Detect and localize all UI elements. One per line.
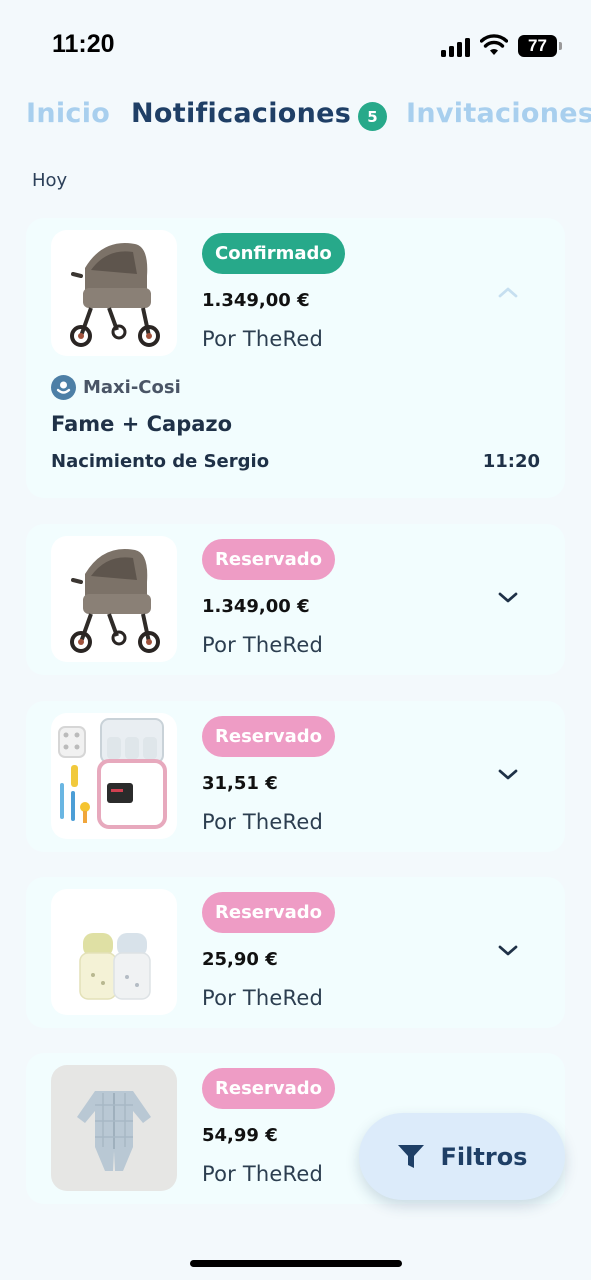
status-badge: Reservado (202, 716, 335, 757)
price: 1.349,00 € (202, 290, 310, 311)
product-image-baby-bottles (51, 889, 177, 1015)
price: 1.349,00 € (202, 596, 310, 617)
brand: Maxi-Cosi (51, 375, 181, 400)
status-badge: Reservado (202, 539, 335, 580)
tab-inicio[interactable]: Inicio (26, 98, 110, 129)
price: 54,99 € (202, 1125, 278, 1146)
tab-bar: Inicio Notificaciones 5 Invitaciones (0, 92, 591, 142)
notification-count-badge: 5 (358, 102, 387, 131)
event-time: 11:20 (482, 451, 540, 472)
status-bar: 11:20 77 (0, 0, 591, 90)
battery-nub (559, 42, 562, 50)
cellular-signal-icon (441, 37, 471, 57)
chevron-down-icon[interactable] (496, 590, 520, 606)
seller-name: Por TheRed (202, 1162, 324, 1186)
status-badge: Reservado (202, 892, 335, 933)
price: 25,90 € (202, 949, 278, 970)
product-image-stroller (51, 230, 177, 356)
chevron-up-icon[interactable] (496, 284, 520, 300)
event-name: Nacimiento de Sergio (51, 451, 270, 472)
product-title: Fame + Capazo (51, 412, 233, 436)
seller-name: Por TheRed (202, 327, 324, 351)
notification-card[interactable]: Reservado 31,51 € Por TheRed (26, 701, 565, 852)
tab-notificaciones[interactable]: Notificaciones (131, 98, 351, 129)
status-badge: Reservado (202, 1068, 335, 1109)
status-time: 11:20 (52, 30, 115, 58)
filter-icon (397, 1144, 424, 1168)
brand-name: Maxi-Cosi (83, 377, 181, 398)
section-label-today: Hoy (32, 170, 68, 191)
seller-name: Por TheRed (202, 986, 324, 1010)
battery-icon: 77 (518, 35, 557, 57)
seller-name: Por TheRed (202, 810, 324, 834)
product-image-bottle-sterilizer (51, 713, 177, 839)
notification-card[interactable]: Reservado 25,90 € Por TheRed (26, 877, 565, 1028)
filter-button[interactable]: Filtros (359, 1113, 565, 1200)
product-image-baby-sleepsuit (51, 1065, 177, 1191)
notification-card[interactable]: Confirmado 1.349,00 € Por TheRed Maxi-Co… (26, 218, 565, 498)
wifi-icon (480, 34, 508, 55)
seller-name: Por TheRed (202, 633, 324, 657)
notification-card[interactable]: Reservado 1.349,00 € Por TheRed (26, 524, 565, 675)
home-indicator (190, 1260, 402, 1267)
product-image-stroller (51, 536, 177, 662)
status-badge: Confirmado (202, 233, 345, 274)
chevron-down-icon[interactable] (496, 943, 520, 959)
tab-invitaciones[interactable]: Invitaciones (406, 98, 591, 129)
chevron-down-icon[interactable] (496, 767, 520, 783)
filter-button-label: Filtros (440, 1142, 528, 1171)
brand-logo-icon (51, 375, 76, 400)
price: 31,51 € (202, 773, 278, 794)
